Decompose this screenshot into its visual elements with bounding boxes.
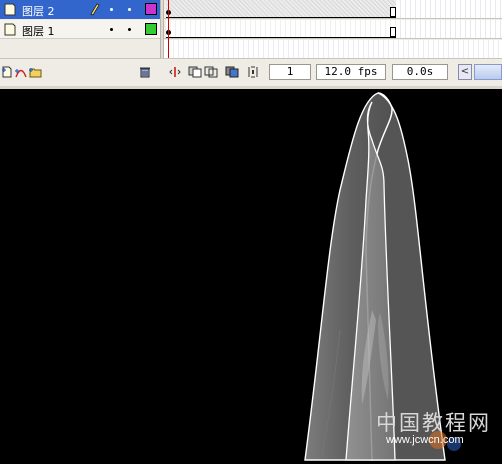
frames-empty-area [164,40,502,58]
layer-list-empty-area [0,40,160,58]
elapsed-time-field: 0.0s [392,64,448,80]
modify-onion-markers-icon [248,66,258,77]
delete-layer-button[interactable] [138,65,152,78]
add-motion-guide-icon [15,68,27,77]
center-frame-icon [169,66,181,77]
edit-multiple-frames-button[interactable] [225,65,239,78]
edit-multiple-frames-icon [225,66,239,77]
insert-layer-icon [2,66,12,77]
layer-icon [4,3,16,16]
watermark-url: www.jcwcn.com [386,434,464,446]
layer-name: 图层 2 [22,5,55,18]
scroll-left-button[interactable]: < [458,64,472,80]
frame-rate-field[interactable]: 12.0 fps [316,64,386,80]
timeline-toolbar: 1 12.0 fps 0.0s < [0,58,502,86]
insert-folder-button[interactable] [28,65,42,78]
onion-skin-icon [188,66,202,77]
pencil-icon [90,3,100,16]
watermark-title: 中国教程网 [376,411,491,435]
onion-skin-outlines-icon [204,66,218,77]
outline-color-swatch[interactable] [145,3,157,15]
frame-row-layer-2[interactable] [164,0,502,19]
delete-layer-icon [140,67,150,77]
layer-name: 图层 1 [22,25,55,38]
frame-row-layer-1[interactable] [164,20,502,39]
layer-icon [4,23,16,36]
frame-span[interactable] [166,0,396,18]
onion-skin-button[interactable] [188,65,202,78]
modify-onion-markers-button[interactable] [246,65,260,78]
visibility-toggle[interactable] [110,28,113,31]
visibility-toggle[interactable] [110,8,113,11]
lock-toggle[interactable] [128,28,131,31]
current-frame-field[interactable]: 1 [269,64,311,80]
center-frame-button[interactable] [168,65,182,78]
lock-toggle[interactable] [128,8,131,11]
layer-row-1[interactable]: 图层 1 [0,20,160,39]
empty-frames[interactable] [396,20,502,38]
insert-folder-icon [29,67,42,77]
insert-layer-button[interactable] [0,65,14,78]
horizontal-scrollbar[interactable] [474,64,502,80]
layer-row-2[interactable]: 图层 2 [0,0,160,19]
timeline-panel: 图层 2 图层 1 1 12.0 fps 0.0s < [0,0,502,86]
onion-skin-outlines-button[interactable] [204,65,218,78]
frame-span[interactable] [166,20,396,38]
stage[interactable]: 中国教程网 www.jcwcn.com [0,89,502,464]
outline-color-swatch[interactable] [145,23,157,35]
add-motion-guide-button[interactable] [14,65,28,78]
empty-frames[interactable] [396,0,502,18]
